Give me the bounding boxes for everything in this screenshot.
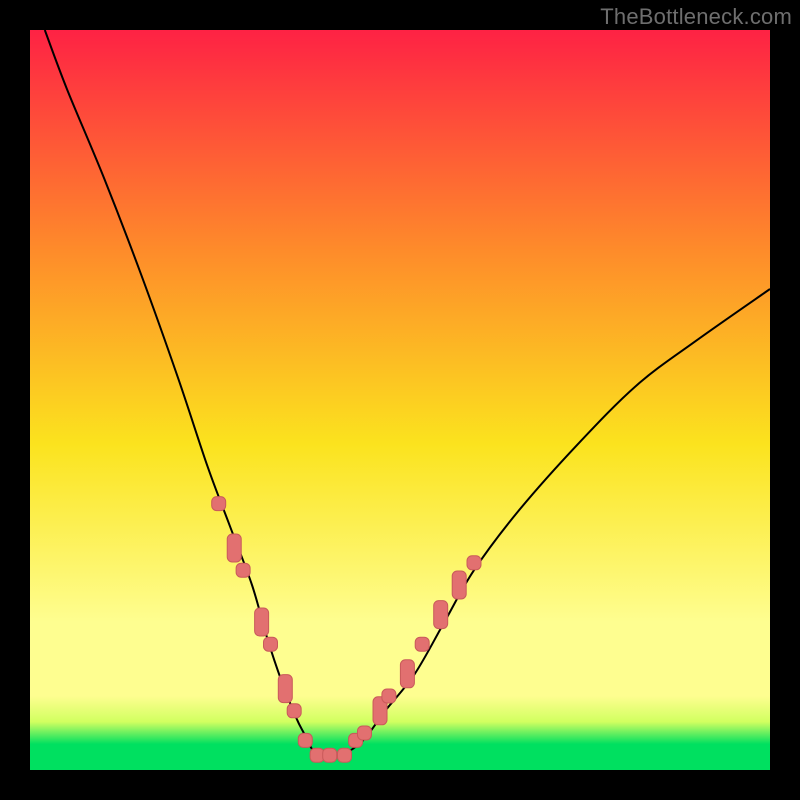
data-marker [415,637,429,651]
data-marker [255,608,269,636]
data-marker [212,497,226,511]
data-marker [287,704,301,718]
data-marker [298,733,312,747]
bottleneck-curve [45,30,770,756]
plot-area [30,30,770,770]
data-marker [382,689,396,703]
data-marker [357,726,371,740]
chart-frame: TheBottleneck.com [0,0,800,800]
data-marker [236,563,250,577]
data-marker [323,748,337,762]
data-marker [452,571,466,599]
data-marker [434,601,448,629]
data-marker [338,748,352,762]
data-marker [278,675,292,703]
data-marker [467,556,481,570]
curve-layer [30,30,770,770]
data-marker [400,660,414,688]
data-marker [227,534,241,562]
data-marker [310,748,324,762]
curve-path [45,30,770,756]
watermark-text: TheBottleneck.com [600,4,792,30]
data-marker [264,637,278,651]
